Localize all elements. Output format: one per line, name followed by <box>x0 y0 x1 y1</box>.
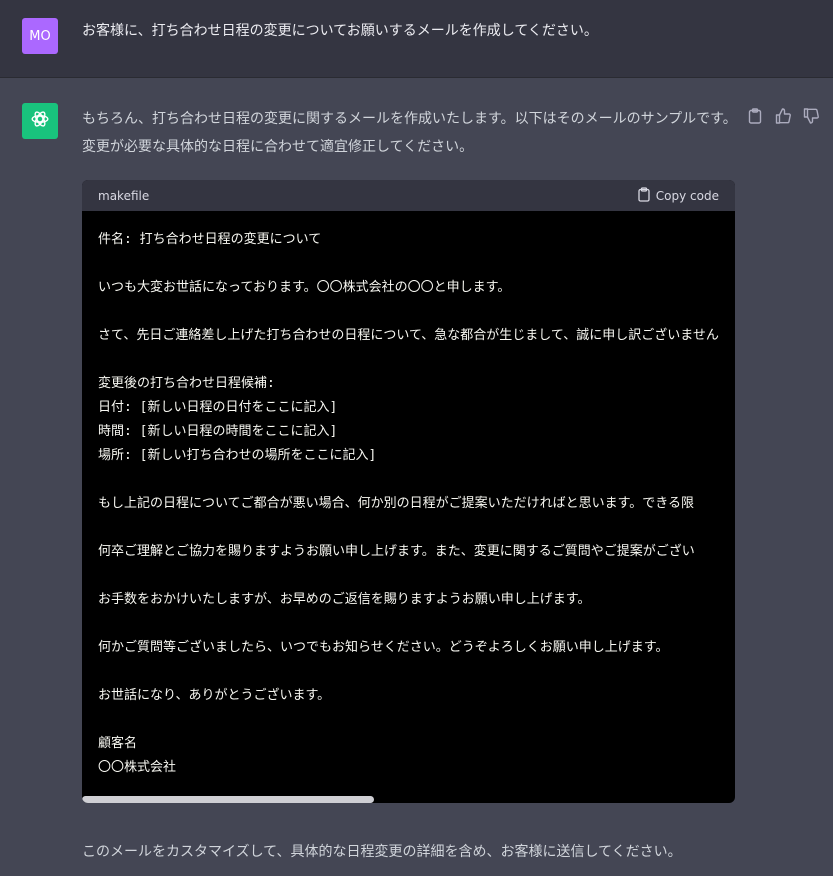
code-line: 〇〇株式会社 <box>98 760 177 775</box>
code-content[interactable]: 件名: 打ち合わせ日程の変更について いつも大変お世話になっております。〇〇株式… <box>98 228 735 788</box>
copy-code-label: Copy code <box>655 188 719 203</box>
code-line: 件名: 打ち合わせ日程の変更について <box>98 232 322 247</box>
user-message-row: MO お客様に、打ち合わせ日程の変更についてお願いするメールを作成してください。 <box>0 0 833 78</box>
code-line: 顧客名 <box>98 736 138 751</box>
code-line: 何卒ご理解とご協力を賜りますようお願い申し上げます。また、変更に関するご質問やご… <box>98 544 695 559</box>
scrollbar-thumb[interactable] <box>82 796 374 803</box>
clipboard-icon <box>638 186 650 205</box>
code-line: 日付: [新しい日程の日付をここに記入] <box>98 400 338 415</box>
code-line: さて、先日ご連絡差し上げた打ち合わせの日程について、急な都合が生じまして、誠に申… <box>98 328 719 343</box>
user-message-text: お客様に、打ち合わせ日程の変更についてお願いするメールを作成してください。 <box>82 23 598 39</box>
code-language-label: makefile <box>98 188 150 203</box>
openai-logo-icon <box>29 108 51 134</box>
assistant-avatar <box>22 103 58 139</box>
thumbs-up-icon[interactable] <box>774 107 792 125</box>
code-block-header: makefile Copy code <box>82 180 735 211</box>
code-block: makefile Copy code 件名: 打ち合わせ日程の変更について いつ… <box>82 180 735 803</box>
code-line: 場所: [新しい打ち合わせの場所をここに記入] <box>98 448 377 463</box>
user-avatar: MO <box>22 18 58 54</box>
code-line: 時間: [新しい日程の時間をここに記入] <box>98 424 338 439</box>
clipboard-icon[interactable] <box>746 107 764 125</box>
assistant-message-row: もちろん、打ち合わせ日程の変更に関するメールを作成いたします。以下はそのメールの… <box>0 79 833 876</box>
assistant-intro-text: もちろん、打ち合わせ日程の変更に関するメールを作成いたします。以下はそのメールの… <box>82 111 737 155</box>
assistant-outro-text: このメールをカスタマイズして、具体的な日程変更の詳細を含め、お客様に送信してくだ… <box>82 844 682 860</box>
code-line: 変更後の打ち合わせ日程候補: <box>98 376 275 391</box>
code-line: いつも大変お世話になっております。〇〇株式会社の〇〇と申します。 <box>98 280 511 295</box>
thumbs-down-icon[interactable] <box>802 107 820 125</box>
horizontal-scrollbar[interactable] <box>82 795 735 803</box>
code-line: お世話になり、ありがとうございます。 <box>98 688 331 703</box>
code-line: もし上記の日程についてご都合が悪い場合、何か別の日程がご提案いただければと思いま… <box>98 496 695 511</box>
code-line: 何かご質問等ございましたら、いつでもお知らせください。どうぞよろしくお願い申し上… <box>98 640 669 655</box>
copy-code-button[interactable]: Copy code <box>638 186 719 205</box>
message-actions <box>746 107 820 125</box>
code-line: お手数をおかけいたしますが、お早めのご返信を賜りますようお願い申し上げます。 <box>98 592 591 607</box>
